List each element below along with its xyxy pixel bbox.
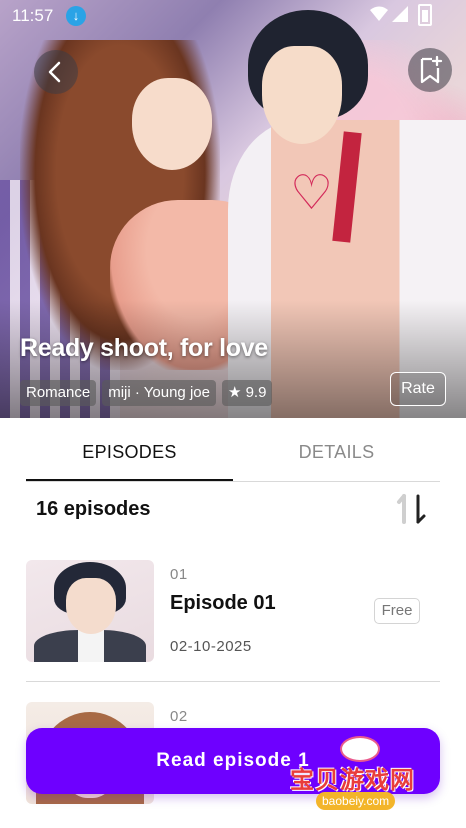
watermark-url: baobeiy.com bbox=[316, 792, 396, 810]
artist-name: Young joe bbox=[143, 384, 210, 401]
episode-date: 02-10-2025 bbox=[170, 638, 252, 655]
episode-number: 01 bbox=[170, 566, 188, 583]
thumbnail-art bbox=[66, 578, 116, 634]
watermark: 宝贝游戏网 baobeiy.com bbox=[290, 736, 440, 816]
bookmark-button[interactable] bbox=[408, 48, 452, 92]
battery-icon bbox=[418, 4, 432, 26]
tab-details[interactable]: DETAILS bbox=[233, 428, 440, 481]
episode-count: 16 episodes bbox=[36, 498, 151, 520]
rate-button[interactable]: Rate bbox=[390, 372, 446, 406]
cover-art-heart: ♡ bbox=[290, 167, 334, 220]
download-icon: ↓ bbox=[66, 6, 86, 26]
rating-badge: ★ 9.9 bbox=[221, 380, 273, 406]
gamepad-icon bbox=[340, 736, 380, 762]
watermark-text: 宝贝游戏网 bbox=[290, 766, 415, 794]
list-item[interactable]: 01 Episode 01 02-10-2025 Free bbox=[26, 558, 440, 682]
bookmark-add-icon bbox=[420, 55, 443, 84]
status-bar: 11:57 ↓ bbox=[0, 0, 466, 32]
episode-title: Episode 01 bbox=[170, 592, 276, 614]
series-tags: Romance miji · Young joe ★ 9.9 bbox=[20, 380, 273, 406]
author-name: miji bbox=[108, 384, 131, 401]
free-badge: Free bbox=[374, 598, 420, 624]
cover-art-girl-face bbox=[132, 78, 212, 170]
cover-hero: ♡ 11:57 ↓ Ready shoot, for love Romance … bbox=[0, 0, 466, 418]
author-tag[interactable]: miji · Young joe bbox=[102, 380, 216, 406]
thumbnail-art bbox=[78, 630, 104, 662]
wifi-icon bbox=[370, 6, 388, 21]
back-icon bbox=[48, 61, 61, 83]
series-title: Ready shoot, for love bbox=[20, 334, 268, 362]
tab-bar: EPISODES DETAILS bbox=[26, 428, 440, 482]
episode-thumbnail bbox=[26, 560, 154, 662]
cover-art-man-face bbox=[262, 46, 342, 144]
genre-tag[interactable]: Romance bbox=[20, 380, 97, 406]
tab-episodes[interactable]: EPISODES bbox=[26, 428, 233, 481]
signal-icon bbox=[392, 6, 408, 22]
separator-dot: · bbox=[134, 384, 144, 401]
back-button[interactable] bbox=[34, 50, 78, 94]
episode-number: 02 bbox=[170, 708, 188, 725]
sort-icon[interactable] bbox=[394, 490, 430, 528]
status-time: 11:57 bbox=[12, 6, 54, 25]
